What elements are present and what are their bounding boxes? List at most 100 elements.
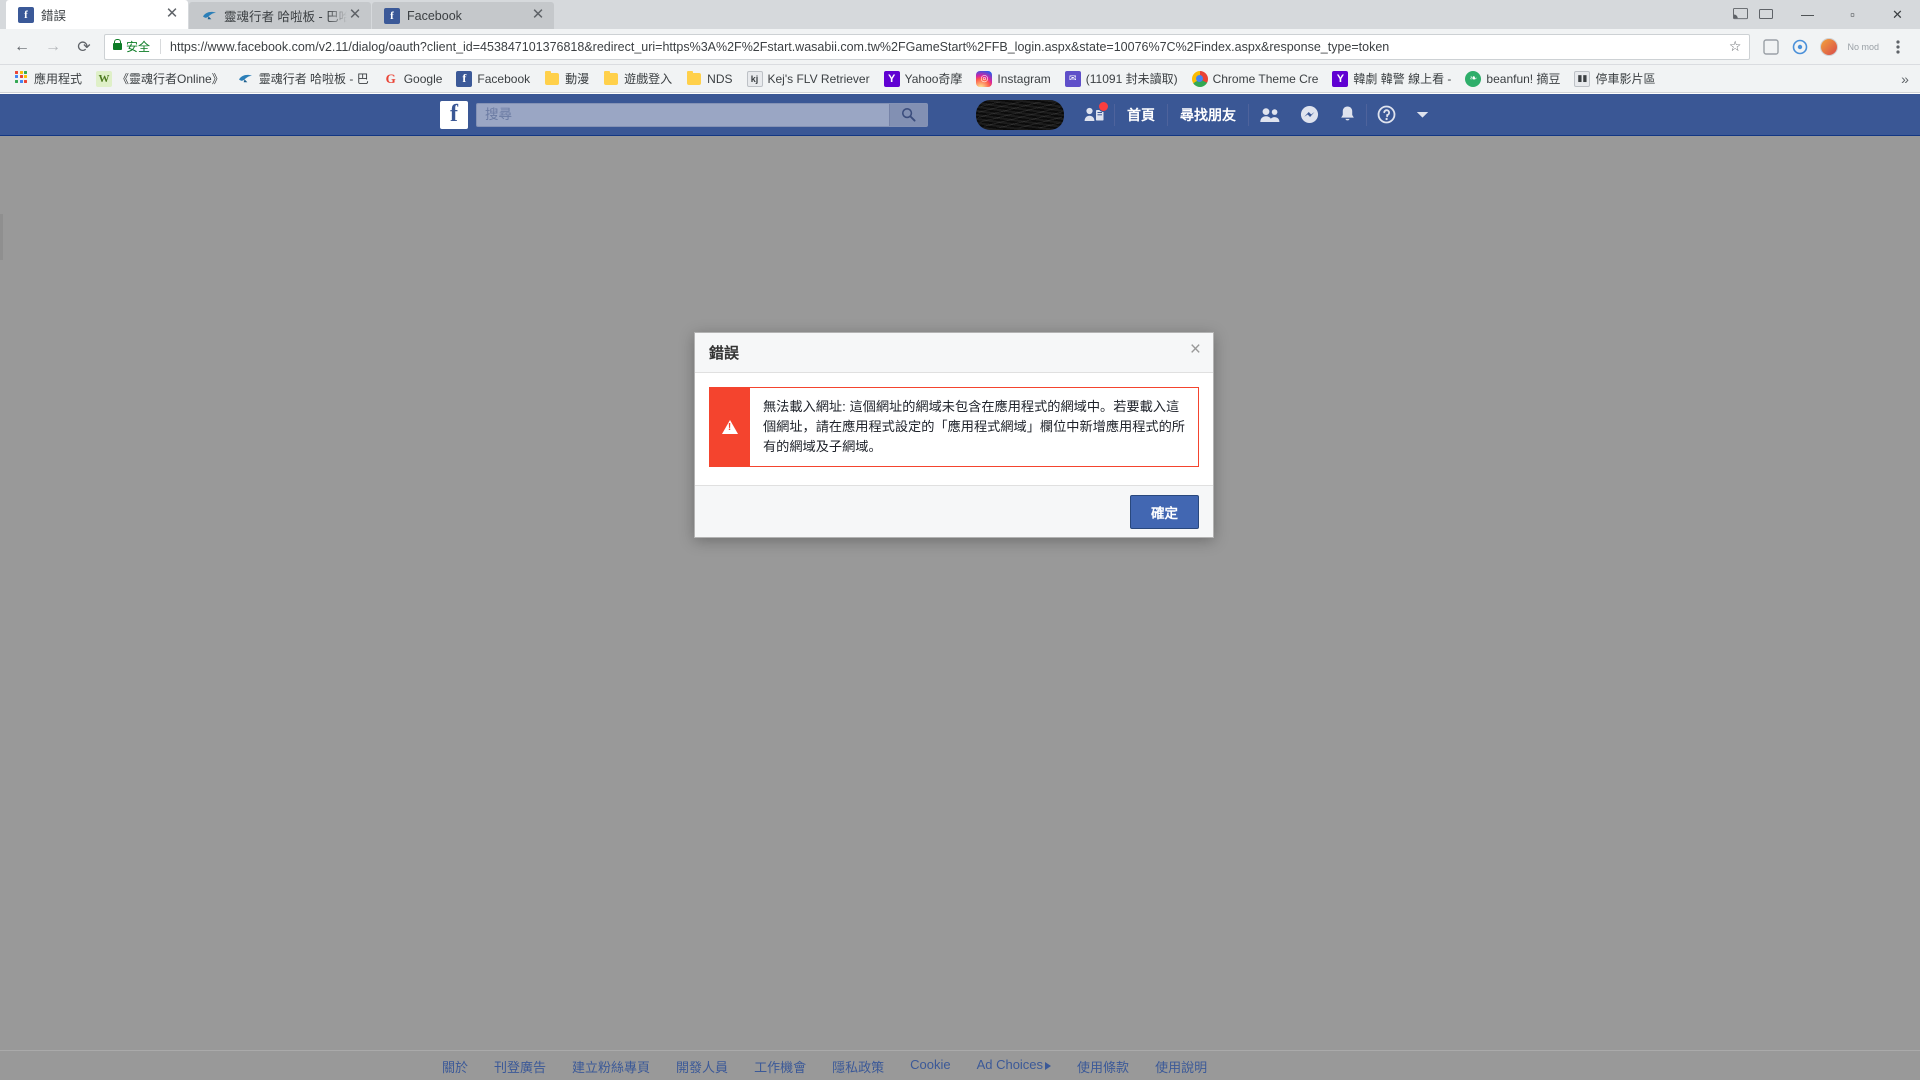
dialog-title: 錯誤 <box>709 345 740 362</box>
dialog-header: 錯誤 × <box>695 333 1213 373</box>
facebook-icon: f <box>456 70 473 87</box>
window-controls: — ▫ ✕ <box>1727 0 1920 29</box>
footer-link-create-page[interactable]: 建立粉絲專頁 <box>572 1057 650 1076</box>
bookmark-folder-nds[interactable]: NDS <box>679 68 739 90</box>
screen-icon[interactable] <box>1753 0 1779 29</box>
bookmark-label: 靈魂行者 哈啦板 - 巴 <box>258 72 369 86</box>
apps-grid-icon <box>13 70 29 87</box>
footer-link-advertising[interactable]: 刊登廣告 <box>494 1057 546 1076</box>
facebook-icon: f <box>384 7 400 24</box>
bookmark-soulworker-online[interactable]: W 《靈魂行者Online》 <box>89 68 231 90</box>
bookmark-apps[interactable]: 應用程式 <box>6 68 89 90</box>
tab-title: 靈魂行者 哈啦板 - 巴哈姆 <box>224 10 347 24</box>
bookmark-label: 《靈魂行者Online》 <box>117 72 224 86</box>
tab-strip: f 錯誤 ✕ 靈魂行者 哈啦板 - 巴哈姆 ✕ f Facebook ✕ <box>0 0 1920 29</box>
footer-link-careers[interactable]: 工作機會 <box>754 1057 806 1076</box>
bookmark-label: beanfun! 摘豆 <box>1486 72 1561 86</box>
close-window-button[interactable]: ✕ <box>1875 0 1920 29</box>
error-message-text: 無法載入網址: 這個網址的網域未包含在應用程式的網域中。若要載入這個網址，請在應… <box>763 399 1185 455</box>
facebook-icon: f <box>18 6 34 23</box>
bookmark-instagram[interactable]: ◎ Instagram <box>969 68 1057 90</box>
footer-link-privacy[interactable]: 隱私政策 <box>832 1057 884 1076</box>
bookmark-label: 停車影片區 <box>1595 72 1656 86</box>
chrome-icon <box>1191 70 1208 87</box>
folder-icon <box>686 70 702 87</box>
tab-title: Facebook <box>407 8 462 23</box>
security-indicator[interactable]: 安全 <box>113 38 150 55</box>
reload-button[interactable]: ⟳ <box>70 33 98 61</box>
bookmark-label: Google <box>403 71 443 86</box>
bookmarks-overflow-button[interactable]: » <box>1894 68 1916 90</box>
tab-facebook[interactable]: f Facebook ✕ <box>372 2 554 29</box>
minimize-button[interactable]: — <box>1785 0 1830 29</box>
dialog-body: 無法載入網址: 這個網址的網域未包含在應用程式的網域中。若要載入這個網址，請在應… <box>695 373 1213 485</box>
bookmark-label: Instagram <box>997 71 1051 86</box>
bookmark-yahoo[interactable]: Y Yahoo奇摩 <box>877 68 970 90</box>
chrome-browser-window: f 錯誤 ✕ 靈魂行者 哈啦板 - 巴哈姆 ✕ f Facebook ✕ <box>0 0 1920 1080</box>
avatar <box>1820 37 1839 56</box>
error-dialog: 錯誤 × 無法載入網址: 這個網址的網域未包含在應用程式的網域中。若要載入這個網… <box>694 332 1214 538</box>
bookmark-baha-board[interactable]: 靈魂行者 哈啦板 - 巴 <box>231 68 376 90</box>
dialog-footer: 確定 <box>695 485 1213 537</box>
lock-icon <box>113 38 122 50</box>
bookmark-folder-anime[interactable]: 動漫 <box>537 68 596 90</box>
footer-link-ad-choices[interactable]: Ad Choices <box>977 1057 1052 1076</box>
tab-close-icon[interactable]: ✕ <box>347 7 363 24</box>
footer-link-about[interactable]: 關於 <box>442 1057 468 1076</box>
yahoo-icon: Y <box>1332 70 1349 87</box>
tab-close-icon[interactable]: ✕ <box>530 7 546 24</box>
bookmark-beanfun[interactable]: ❧ beanfun! 摘豆 <box>1458 68 1567 90</box>
extension-icon-2[interactable] <box>1786 33 1814 61</box>
tab-error[interactable]: f 錯誤 ✕ <box>6 0 188 29</box>
baha-dragon-icon <box>238 71 254 87</box>
bookmark-facebook[interactable]: f Facebook <box>449 68 537 90</box>
chrome-menu-button[interactable] <box>1884 33 1912 61</box>
bookmark-label: Chrome Theme Cre <box>1212 71 1319 86</box>
url-text: https://www.facebook.com/v2.11/dialog/oa… <box>170 39 1390 54</box>
mail-icon: ✉ <box>1064 70 1081 87</box>
toolbar-right: No mod <box>1756 33 1912 61</box>
hulu-icon: ▮▮ <box>1574 70 1591 87</box>
w-icon: W <box>96 70 113 87</box>
system-tray-icons <box>1727 0 1779 29</box>
bookmark-label: 韓劇 韓警 線上看 - <box>1353 72 1452 86</box>
confirm-button[interactable]: 確定 <box>1130 494 1199 529</box>
folder-icon <box>544 70 560 87</box>
google-icon: G <box>385 70 396 86</box>
tab-close-icon[interactable]: ✕ <box>164 6 180 23</box>
bookmark-chrome-theme-creator[interactable]: Chrome Theme Cre <box>1185 68 1326 90</box>
bookmark-label: 應用程式 <box>34 72 83 86</box>
tab-title: 錯誤 <box>41 9 67 23</box>
profile-avatar[interactable] <box>1815 33 1843 61</box>
footer-links: 關於 刊登廣告 建立粉絲專頁 開發人員 工作機會 隱私政策 Cookie Ad … <box>442 1051 1442 1076</box>
bookmark-video-zone[interactable]: ▮▮ 停車影片區 <box>1567 68 1662 90</box>
bookmark-mail-unread[interactable]: ✉ (11091 封未讀取) <box>1058 68 1185 90</box>
cast-icon[interactable] <box>1727 0 1753 29</box>
bookmark-star-icon[interactable]: ☆ <box>1729 38 1742 55</box>
footer-link-cookie[interactable]: Cookie <box>910 1057 950 1076</box>
leaf-icon: ❧ <box>1465 70 1482 87</box>
dialog-overlay: 錯誤 × 無法載入網址: 這個網址的網域未包含在應用程式的網域中。若要載入這個網… <box>0 94 1920 1080</box>
footer-link-developers[interactable]: 開發人員 <box>676 1057 728 1076</box>
close-icon[interactable]: × <box>1190 340 1201 359</box>
browser-toolbar: ← → ⟳ 安全 https://www.facebook.com/v2.11/… <box>0 29 1920 65</box>
tab-baha[interactable]: 靈魂行者 哈啦板 - 巴哈姆 ✕ <box>189 2 371 29</box>
warning-triangle-icon <box>722 420 738 435</box>
omnibox-divider <box>160 39 162 54</box>
maximize-button[interactable]: ▫ <box>1830 0 1875 29</box>
bookmark-google[interactable]: G Google <box>376 68 450 90</box>
folder-icon <box>603 70 619 87</box>
bookmark-korean-drama[interactable]: Y 韓劇 韓警 線上看 - <box>1325 68 1458 90</box>
footer-link-help[interactable]: 使用說明 <box>1155 1057 1207 1076</box>
bookmark-folder-game-login[interactable]: 遊戲登入 <box>596 68 679 90</box>
forward-button[interactable]: → <box>39 33 67 61</box>
extension-icon-1[interactable] <box>1757 33 1785 61</box>
baha-dragon-icon <box>201 8 217 24</box>
bookmark-label: Facebook <box>477 71 531 86</box>
kej-icon: kj <box>746 70 763 87</box>
footer-link-terms[interactable]: 使用條款 <box>1077 1057 1129 1076</box>
back-button[interactable]: ← <box>8 33 36 61</box>
bookmark-label: 動漫 <box>565 72 590 86</box>
address-bar[interactable]: 安全 https://www.facebook.com/v2.11/dialog… <box>104 33 1751 60</box>
bookmark-kej-flv-retriever[interactable]: kj Kej's FLV Retriever <box>740 68 877 90</box>
